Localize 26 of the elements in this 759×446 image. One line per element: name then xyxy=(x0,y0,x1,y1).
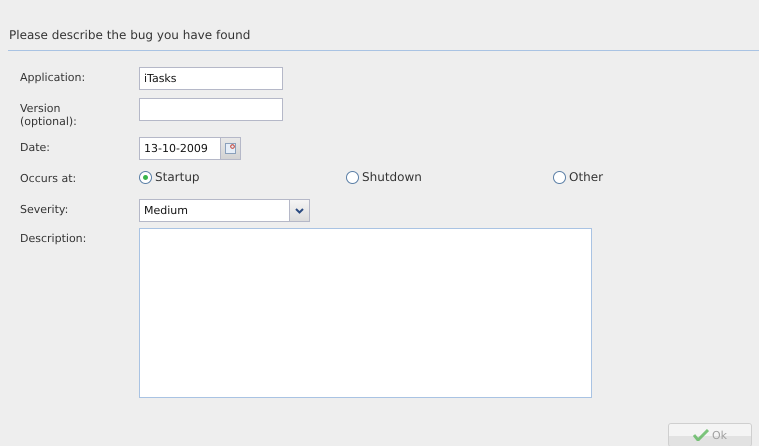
field-label: Description: xyxy=(20,231,88,245)
severity-dropdown[interactable]: Medium xyxy=(139,199,290,222)
text-field[interactable] xyxy=(139,98,283,121)
field-label: Version (optional): xyxy=(20,101,78,128)
radio-label: Shutdown xyxy=(362,170,422,184)
radio-option[interactable]: Shutdown xyxy=(346,170,553,184)
field-label: Date: xyxy=(20,140,51,154)
calendar-button[interactable] xyxy=(221,137,241,160)
radio-button[interactable] xyxy=(139,170,152,184)
text-field[interactable]: iTasks xyxy=(139,67,283,90)
description-field[interactable] xyxy=(139,228,592,398)
date-field[interactable]: 13-10-2009 xyxy=(139,137,221,160)
calendar-icon xyxy=(225,143,236,154)
chevron-down-icon xyxy=(295,208,304,214)
radio-option[interactable]: Startup xyxy=(139,170,346,184)
form-heading: Please describe the bug you have found xyxy=(8,28,759,51)
radio-label: Startup xyxy=(155,170,200,184)
field-label: Application: xyxy=(20,70,86,84)
dropdown-button[interactable] xyxy=(290,199,310,222)
radio-button[interactable] xyxy=(346,170,359,184)
checkmark-icon xyxy=(692,429,709,441)
radio-label: Other xyxy=(569,170,604,184)
field-label: Occurs at: xyxy=(20,171,78,185)
radio-button[interactable] xyxy=(553,170,566,184)
radio-option[interactable]: Other xyxy=(553,170,673,184)
field-label: Severity: xyxy=(20,202,70,216)
